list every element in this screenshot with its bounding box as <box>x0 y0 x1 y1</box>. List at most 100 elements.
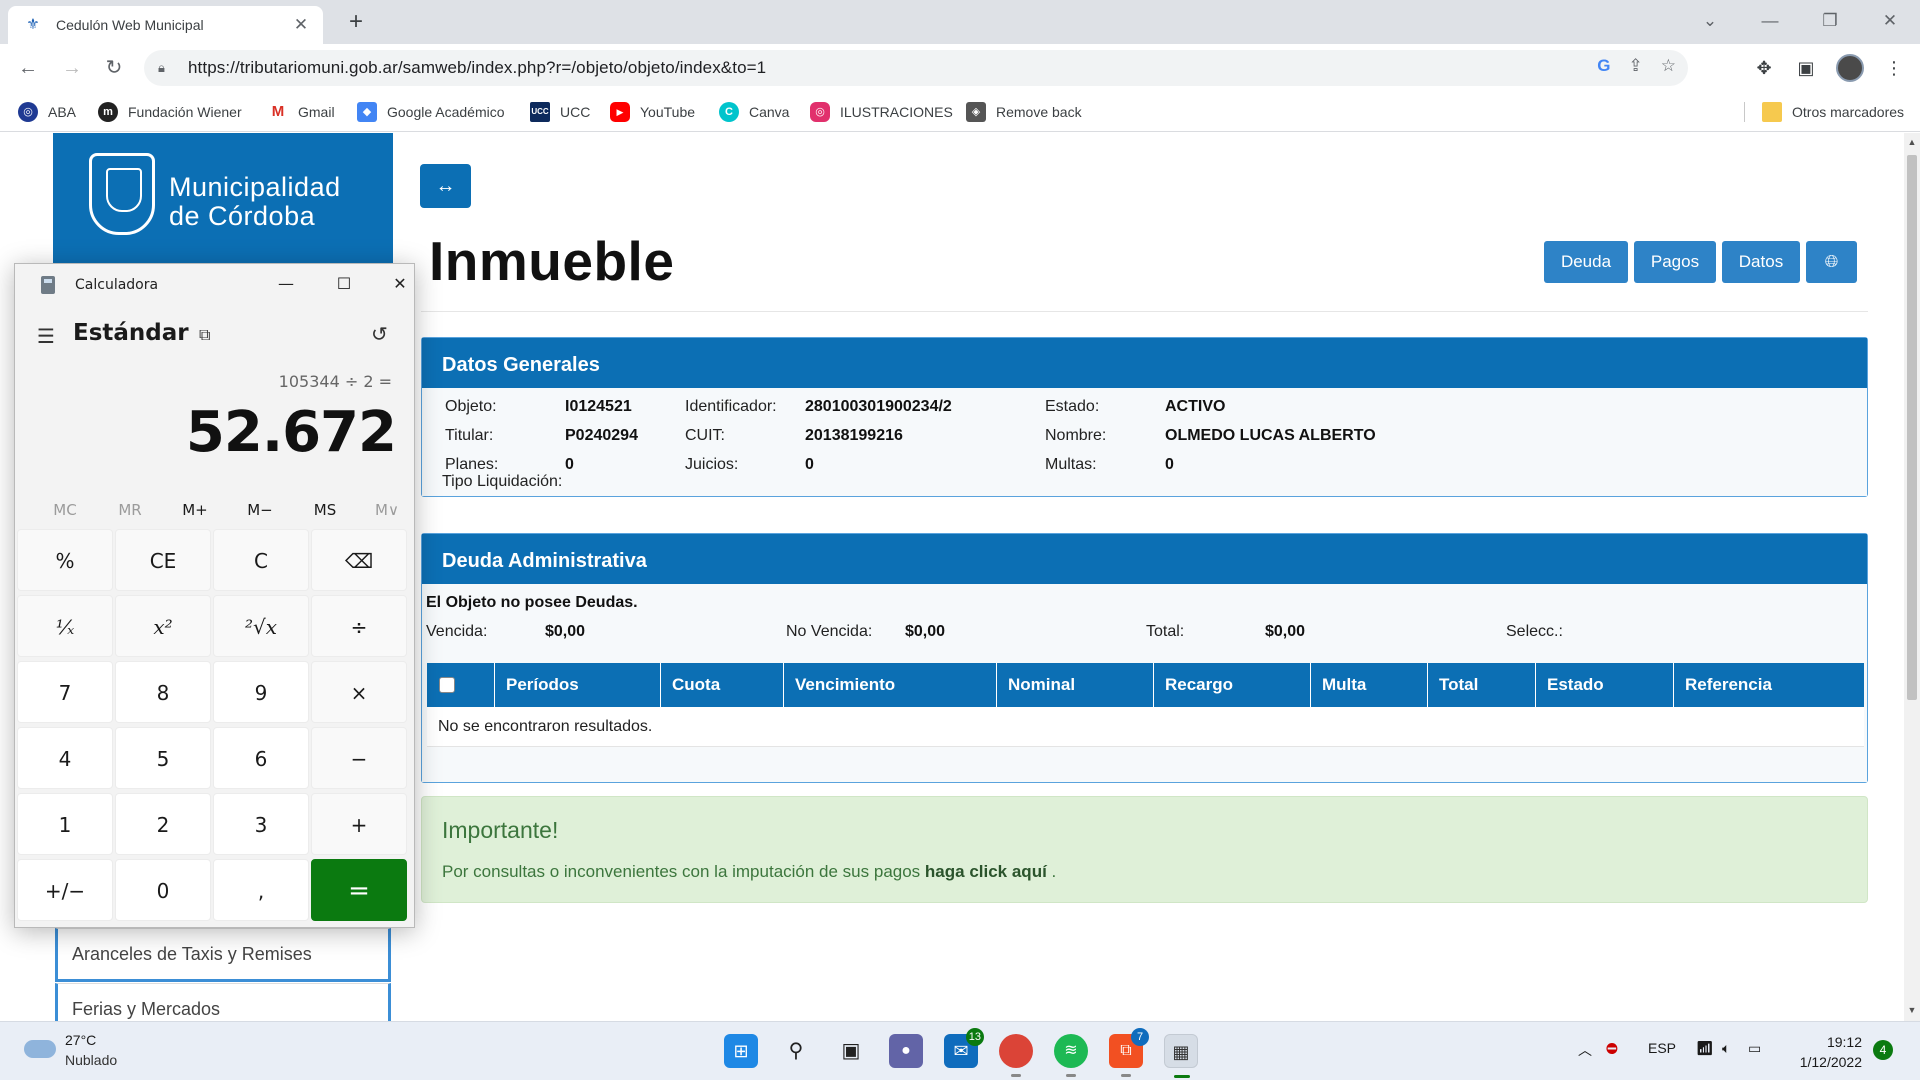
select-all-checkbox[interactable] <box>439 677 455 693</box>
column-header[interactable]: Períodos <box>494 663 660 707</box>
cloud-icon[interactable] <box>24 1040 56 1058</box>
subtract-key[interactable]: − <box>311 727 407 789</box>
bookmark-remove-back[interactable]: ◈ Remove back <box>966 100 1082 124</box>
wifi-icon[interactable]: 📶︎ <box>1696 1040 1714 1057</box>
digit-9-key[interactable]: 9 <box>213 661 309 723</box>
new-tab-button[interactable]: + <box>342 8 370 36</box>
side-panel-icon[interactable]: ▣ <box>1792 54 1820 82</box>
bookmark-star-icon[interactable]: ☆ <box>1661 56 1676 76</box>
browser-tab[interactable]: ⚜ Cedulón Web Municipal ✕ <box>8 6 323 44</box>
digit-4-key[interactable]: 4 <box>17 727 113 789</box>
security-alert-icon[interactable]: ⛔︎ <box>1606 1040 1618 1057</box>
clear-key[interactable]: C <box>213 529 309 591</box>
url-text[interactable]: https://tributariomuni.gob.ar/samweb/ind… <box>188 58 766 78</box>
bookmark-aba[interactable]: ◎ ABA <box>18 100 76 124</box>
digit-8-key[interactable]: 8 <box>115 661 211 723</box>
memory-list-button[interactable]: M∨ <box>355 494 419 526</box>
digit-5-key[interactable]: 5 <box>115 727 211 789</box>
scroll-up-icon[interactable]: ▲ <box>1904 137 1920 147</box>
digit-1-key[interactable]: 1 <box>17 793 113 855</box>
close-tab-icon[interactable]: ✕ <box>291 15 311 35</box>
decimal-separator-key[interactable]: , <box>213 859 309 921</box>
sidebar-item-aranceles-taxis[interactable]: Aranceles de Taxis y Remises <box>55 928 391 982</box>
show-hidden-icons-icon[interactable]: ︿ <box>1578 1040 1592 1060</box>
reload-button[interactable]: ↻ <box>100 54 128 82</box>
memory-add-button[interactable]: M+ <box>163 494 227 526</box>
haga-click-aqui-link[interactable]: haga click aquí <box>925 862 1047 881</box>
page-scrollbar[interactable]: ▲ ▼ <box>1904 133 1920 1021</box>
digit-2-key[interactable]: 2 <box>115 793 211 855</box>
square-key[interactable]: x² <box>115 595 211 657</box>
memory-recall-button[interactable]: MR <box>98 494 162 526</box>
share-icon[interactable]: ⇪ <box>1629 56 1643 76</box>
teams-chat-icon[interactable]: ● <box>889 1034 923 1068</box>
municipality-logo-header[interactable]: Municipalidad de Córdoba <box>53 133 393 283</box>
deuda-button[interactable]: Deuda <box>1544 241 1628 283</box>
weather-condition[interactable]: Nublado <box>65 1052 117 1068</box>
column-header[interactable]: Total <box>1427 663 1535 707</box>
other-bookmarks-folder[interactable]: Otros marcadores <box>1762 100 1904 124</box>
memory-clear-button[interactable]: MC <box>33 494 97 526</box>
volume-icon[interactable]: 🔈︎ <box>1722 1040 1730 1057</box>
reciprocal-key[interactable]: ¹⁄ₓ <box>17 595 113 657</box>
lock-icon[interactable]: 🔒︎ <box>158 60 174 76</box>
bookmark-youtube[interactable]: ▶ YouTube <box>610 100 695 124</box>
extensions-icon[interactable]: ✥ <box>1750 54 1778 82</box>
office-icon[interactable]: ⧉ 7 <box>1109 1028 1149 1077</box>
digit-7-key[interactable]: 7 <box>17 661 113 723</box>
keep-on-top-icon[interactable]: ⧉ <box>199 325 210 345</box>
toggle-sidebar-button[interactable]: ↔ <box>420 164 471 208</box>
memory-store-button[interactable]: MS <box>293 494 357 526</box>
column-header[interactable]: Vencimiento <box>783 663 996 707</box>
browser-menu-icon[interactable]: ⋮ <box>1880 54 1908 82</box>
add-key[interactable]: + <box>311 793 407 855</box>
task-view-icon[interactable]: ▣ <box>834 1034 868 1068</box>
language-indicator[interactable]: ESP <box>1648 1040 1676 1056</box>
weather-temperature[interactable]: 27°C <box>65 1032 96 1048</box>
backspace-key[interactable]: ⌫ <box>311 529 407 591</box>
address-bar[interactable]: 🔒︎ https://tributariomuni.gob.ar/samweb/… <box>144 50 1688 86</box>
multiply-key[interactable]: × <box>311 661 407 723</box>
column-header[interactable]: Nominal <box>996 663 1153 707</box>
close-window-button[interactable]: ✕ <box>1870 6 1910 36</box>
bookmark-google-academico[interactable]: ◆ Google Académico <box>357 100 505 124</box>
back-button[interactable]: ← <box>14 54 42 82</box>
calc-maximize-button[interactable]: ☐ <box>329 272 359 296</box>
datos-button[interactable]: Datos <box>1722 241 1800 283</box>
system-clock[interactable]: 19:12 1/12/2022 <box>1800 1032 1862 1072</box>
memory-subtract-button[interactable]: M− <box>228 494 292 526</box>
mail-icon[interactable]: ✉ 13 <box>944 1028 984 1068</box>
digit-6-key[interactable]: 6 <box>213 727 309 789</box>
search-icon[interactable]: ⚲ <box>779 1034 813 1068</box>
start-menu-icon[interactable]: ⊞ <box>724 1034 758 1068</box>
column-header[interactable]: Estado <box>1535 663 1673 707</box>
sidebar-item-ferias-mercados[interactable]: Ferias y Mercados <box>55 983 391 1021</box>
calc-close-button[interactable]: ✕ <box>385 272 415 296</box>
pagos-button[interactable]: Pagos <box>1634 241 1716 283</box>
equals-key[interactable]: = <box>311 859 407 921</box>
scroll-down-icon[interactable]: ▼ <box>1904 1005 1920 1015</box>
bookmark-gmail[interactable]: M Gmail <box>268 100 335 124</box>
restore-window-button[interactable]: ❐ <box>1810 6 1850 36</box>
chrome-icon[interactable] <box>999 1034 1033 1077</box>
menu-icon[interactable]: ☰ <box>37 324 55 348</box>
calculator-titlebar[interactable]: Calculadora — ☐ ✕ <box>15 264 414 304</box>
calc-minimize-button[interactable]: — <box>271 272 301 296</box>
bookmark-canva[interactable]: C Canva <box>719 100 789 124</box>
calculator-taskbar-icon[interactable]: ▦ <box>1164 1034 1198 1078</box>
negate-key[interactable]: +/− <box>17 859 113 921</box>
percent-key[interactable]: % <box>17 529 113 591</box>
scroll-thumb[interactable] <box>1907 155 1917 700</box>
history-icon[interactable]: ↺ <box>371 322 388 346</box>
globe-button[interactable]: 🌐︎ <box>1806 241 1857 283</box>
bookmark-ucc[interactable]: UCC UCC <box>530 100 590 124</box>
column-header[interactable]: Referencia <box>1673 663 1864 707</box>
bookmark-ilustraciones[interactable]: ◎ ILUSTRACIONES <box>810 100 953 124</box>
square-root-key[interactable]: ²√x <box>213 595 309 657</box>
column-header[interactable]: Multa <box>1310 663 1427 707</box>
bookmark-fundacion-wiener[interactable]: m Fundación Wiener <box>98 100 242 124</box>
google-lens-icon[interactable]: G <box>1597 56 1610 76</box>
clear-entry-key[interactable]: CE <box>115 529 211 591</box>
minimize-window-button[interactable]: — <box>1750 6 1790 36</box>
spotify-icon[interactable]: ≋ <box>1054 1034 1088 1077</box>
